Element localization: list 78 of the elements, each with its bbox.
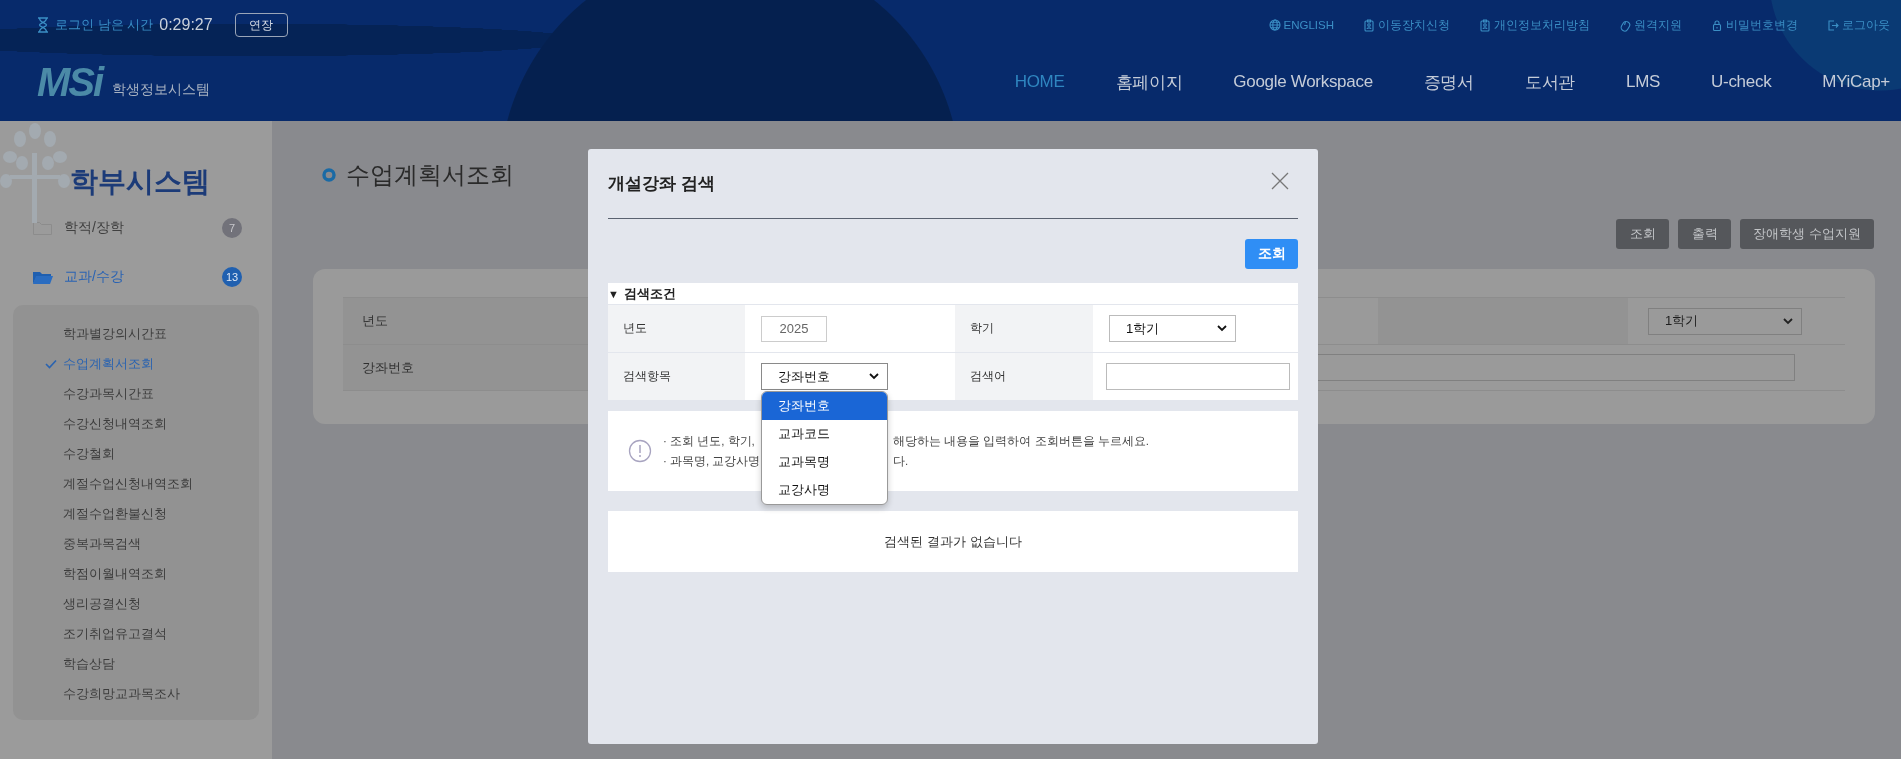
nav-link[interactable]: 도서관: [1524, 70, 1575, 94]
nav-link[interactable]: Google Workspace: [1233, 72, 1373, 92]
submenu-item[interactable]: 학과별강의시간표: [13, 319, 259, 349]
action-button[interactable]: 조회: [1616, 219, 1670, 249]
exclamation-icon: [628, 439, 652, 463]
dropdown-option[interactable]: 교과목명: [762, 448, 887, 476]
count-badge: 13: [222, 266, 242, 287]
sidebar-menu-item[interactable]: 교과/수강 13: [0, 252, 272, 301]
search-item-select[interactable]: 강좌번호: [761, 363, 888, 390]
check-icon: [45, 359, 57, 369]
submenu-item[interactable]: 학습상담: [13, 649, 259, 679]
close-icon: [1271, 171, 1289, 190]
search-button[interactable]: 조회: [1245, 239, 1298, 269]
dialog-title: 개설강좌 검색: [608, 173, 715, 195]
close-button[interactable]: [1270, 170, 1290, 191]
submenu-item[interactable]: 수강철회: [13, 439, 259, 469]
submenu-item[interactable]: 조기취업유고결석: [13, 619, 259, 649]
field-label: 학기: [955, 304, 1093, 352]
field-label: 검색항목: [608, 352, 745, 400]
logout-icon: [1827, 18, 1839, 32]
sidebar-title: 학부시스템: [70, 165, 211, 199]
field-label: 검색어: [955, 352, 1093, 400]
chevron-icon: [869, 373, 879, 380]
collapse-toggle[interactable]: ▼: [608, 287, 619, 300]
semester-select[interactable]: 1학기: [1648, 307, 1802, 335]
hourglass-icon: [37, 17, 49, 33]
sidebar-menu-item[interactable]: 학적/장학 7: [0, 203, 272, 252]
id-badge-icon: [1363, 18, 1375, 32]
globe-icon: [1268, 18, 1281, 32]
field-label: 년도: [608, 304, 745, 352]
logo: MSi: [37, 62, 103, 102]
count-badge: 7: [222, 217, 242, 238]
chevron-icon: [1783, 317, 1793, 325]
utility-link[interactable]: 개인정보처리방침: [1479, 17, 1590, 33]
submenu-item[interactable]: 중복과목검색: [13, 529, 259, 559]
tree-icon: [0, 123, 70, 223]
submenu-item[interactable]: 수강희망교과목조사: [13, 679, 259, 709]
year-field[interactable]: 2025: [761, 315, 827, 342]
note-text: · 조회 년도, 학기,: [663, 433, 756, 449]
submenu-item[interactable]: 수강신청내역조회: [13, 409, 259, 439]
chevron-icon: [1217, 325, 1227, 332]
session-timer: 0:29:27: [159, 16, 213, 34]
page-title: 수업계획서조회: [346, 160, 514, 190]
nav-link[interactable]: 홈페이지: [1115, 70, 1183, 94]
submenu-item[interactable]: 계절수업신청내역조회: [13, 469, 259, 499]
action-button[interactable]: 장애학생 수업지원: [1740, 219, 1874, 249]
nav-link[interactable]: MYiCap+: [1822, 72, 1890, 92]
submenu-item[interactable]: 수강과목시간표: [13, 379, 259, 409]
dropdown-option[interactable]: 교과코드: [762, 420, 887, 448]
nav-link[interactable]: HOME: [1014, 72, 1065, 92]
note-text: · 과목명, 교강사명: [663, 453, 761, 469]
utility-link[interactable]: 이동장치신청: [1363, 17, 1450, 33]
utility-link[interactable]: ENGLISH: [1268, 18, 1334, 32]
submenu-item[interactable]: 생리공결신청: [13, 589, 259, 619]
semester-select[interactable]: 1학기: [1109, 315, 1236, 342]
session-label: 로그인 남은 시간: [55, 16, 154, 34]
note-text: 해당하는 내용을 입력하여 조회버튼을 누르세요.: [893, 433, 1149, 449]
nav-link[interactable]: 증명서: [1423, 70, 1474, 94]
nav-link[interactable]: U-check: [1711, 72, 1772, 92]
utility-link[interactable]: 로그아웃: [1827, 17, 1890, 33]
extend-button[interactable]: 연장: [234, 13, 288, 37]
empty-message: 검색된 결과가 없습니다: [884, 532, 1022, 551]
nav-link[interactable]: LMS: [1626, 72, 1661, 92]
note-text: 다.: [893, 453, 909, 469]
id-badge-icon: [1479, 18, 1491, 32]
lock-icon: [1711, 18, 1723, 32]
mouse-icon: [1619, 18, 1631, 32]
utility-link[interactable]: 원격지원: [1619, 17, 1682, 33]
bullet-icon: [322, 168, 336, 182]
folder-icon: [32, 219, 54, 236]
keyword-field[interactable]: [1106, 363, 1290, 390]
action-button[interactable]: 출력: [1678, 219, 1732, 249]
submenu-item[interactable]: 학점이월내역조회: [13, 559, 259, 589]
dropdown-option[interactable]: 강좌번호: [762, 392, 887, 420]
dropdown-option[interactable]: 교강사명: [762, 476, 887, 504]
utility-link[interactable]: 비밀번호변경: [1711, 17, 1798, 33]
submenu-item[interactable]: 계절수업환불신청: [13, 499, 259, 529]
system-name: 학생정보시스템: [112, 81, 211, 99]
